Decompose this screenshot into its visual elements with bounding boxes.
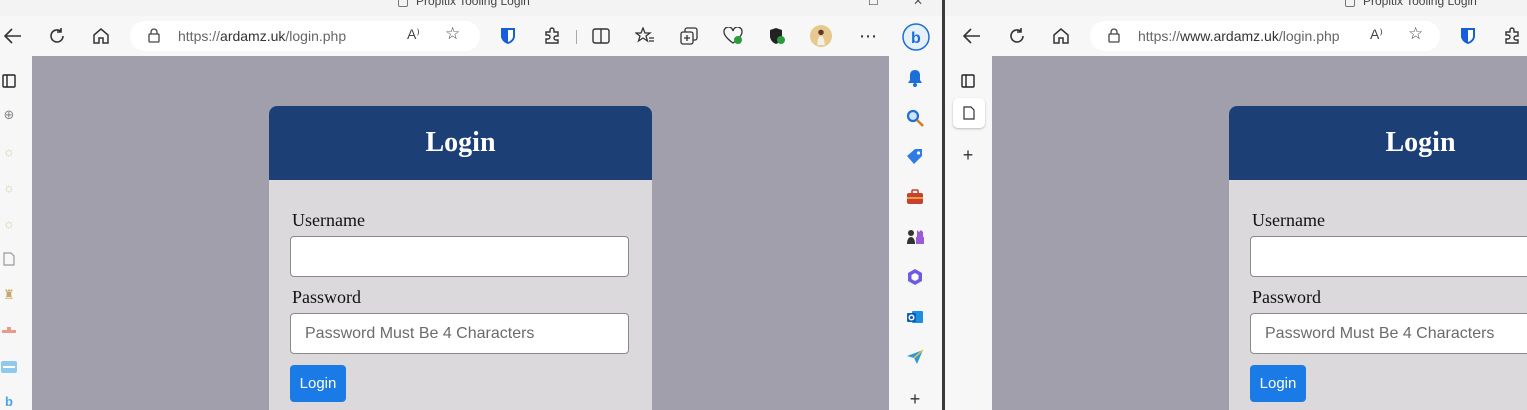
tab-favicon-icon[interactable]: [0, 322, 18, 340]
tab-title[interactable]: Propitix Tooling Login: [1345, 0, 1477, 8]
vertical-tabs-sidebar: ⊕ ☼ ☼ ☼ ♜ b: [0, 56, 32, 410]
lock-icon[interactable]: [1108, 28, 1120, 48]
games-chess-icon[interactable]: [905, 227, 925, 247]
back-arrow-icon[interactable]: [961, 25, 983, 47]
bitwarden-extension-icon[interactable]: [1457, 25, 1479, 47]
title-bar: Propitix Tooling Login: [945, 0, 1527, 16]
browser-window-right: Propitix Tooling Login https://www.ardam…: [945, 0, 1527, 410]
home-icon[interactable]: [90, 25, 112, 47]
tab-favicon-icon[interactable]: ☼: [0, 142, 18, 160]
login-button[interactable]: Login: [1250, 365, 1306, 402]
search-icon[interactable]: [905, 108, 925, 128]
toolbar-separator: [576, 30, 577, 44]
star-icon[interactable]: ☆: [445, 24, 460, 44]
title-bar: Propitix Tooling Login ☐ ✕: [0, 0, 942, 16]
tools-briefcase-icon[interactable]: [905, 187, 925, 207]
login-card: Login Username Password Login: [269, 106, 652, 410]
username-input[interactable]: [1250, 236, 1527, 277]
tab-favicon-icon[interactable]: ♜: [0, 286, 18, 304]
favorites-icon[interactable]: [634, 25, 656, 47]
page-content: Login Username Password Login: [32, 56, 889, 410]
tab-favicon-icon[interactable]: ☼: [0, 214, 18, 232]
collections-icon[interactable]: [678, 25, 700, 47]
url-text: https://ardamz.uk/login.php: [178, 28, 347, 44]
tab-page-icon[interactable]: [0, 250, 18, 268]
maximize-icon[interactable]: ☐: [868, 0, 879, 8]
refresh-icon[interactable]: [1006, 25, 1028, 47]
login-card: Login Username Password Login: [1229, 106, 1527, 410]
browser-toolbar: https://ardamz.uk/login.php A⁾ ☆ ⋯: [0, 16, 942, 56]
security-shield-icon[interactable]: [766, 25, 788, 47]
login-title: Login: [425, 127, 496, 158]
send-paper-plane-icon[interactable]: [905, 347, 925, 367]
add-sidebar-app-icon[interactable]: +: [905, 389, 925, 409]
edge-sidebar: b +: [889, 16, 942, 410]
bing-chat-icon[interactable]: b: [901, 22, 931, 52]
bing-icon[interactable]: b: [0, 392, 18, 410]
split-screen-icon[interactable]: [590, 25, 612, 47]
username-input[interactable]: [290, 236, 629, 277]
extensions-puzzle-icon[interactable]: [541, 25, 563, 47]
more-options-icon[interactable]: ⋯: [857, 25, 879, 47]
password-input[interactable]: [1250, 313, 1527, 354]
read-aloud-icon[interactable]: A⁾: [407, 26, 420, 43]
browser-essentials-icon[interactable]: [722, 25, 744, 47]
read-aloud-icon[interactable]: A⁾: [1370, 26, 1383, 43]
password-label: Password: [292, 287, 362, 307]
extensions-puzzle-icon[interactable]: [1501, 25, 1523, 47]
password-input[interactable]: [290, 313, 629, 354]
profile-avatar[interactable]: [810, 25, 832, 47]
login-card-header: Login: [1229, 106, 1527, 180]
tab-favicon-icon[interactable]: ☼: [0, 178, 18, 196]
back-arrow-icon[interactable]: [2, 25, 24, 47]
browser-toolbar: https://www.ardamz.uk/login.php A⁾ ☆: [945, 16, 1527, 56]
shopping-tag-icon[interactable]: [905, 147, 925, 167]
tab-page-icon: [963, 106, 975, 120]
browser-window-left: Propitix Tooling Login ☐ ✕ https://ardam…: [0, 0, 942, 410]
bitwarden-extension-icon[interactable]: [497, 25, 519, 47]
username-label: Username: [1252, 210, 1325, 230]
tab-page-icon: [1345, 0, 1355, 8]
tab-favicon-icon[interactable]: ⊕: [0, 106, 18, 124]
active-tab[interactable]: [953, 98, 985, 128]
address-bar[interactable]: https://www.ardamz.uk/login.php A⁾ ☆: [1090, 21, 1440, 51]
address-bar[interactable]: https://ardamz.uk/login.php A⁾ ☆: [130, 21, 480, 51]
outlook-icon[interactable]: [905, 307, 925, 327]
tab-actions-icon[interactable]: [0, 72, 18, 90]
microsoft-365-icon[interactable]: [905, 267, 925, 287]
login-card-header: Login: [269, 106, 652, 180]
login-title: Login: [1385, 127, 1456, 158]
page-content: Login Username Password Login: [992, 56, 1527, 410]
vertical-tabs-sidebar: +: [945, 56, 992, 410]
notifications-bell-icon[interactable]: [905, 68, 925, 88]
login-button[interactable]: Login: [290, 365, 346, 402]
lock-icon[interactable]: [148, 28, 160, 48]
tab-actions-icon[interactable]: [959, 72, 977, 90]
password-label: Password: [1252, 287, 1322, 307]
close-window-icon[interactable]: ✕: [913, 0, 923, 8]
refresh-icon[interactable]: [46, 25, 68, 47]
tab-page-icon: [398, 0, 408, 8]
tab-favicon-icon[interactable]: [0, 358, 18, 376]
star-icon[interactable]: ☆: [1408, 24, 1423, 44]
url-text: https://www.ardamz.uk/login.php: [1138, 28, 1340, 44]
svg-text:b: b: [911, 30, 921, 47]
username-label: Username: [292, 210, 365, 230]
tab-title[interactable]: Propitix Tooling Login: [398, 0, 530, 8]
new-tab-plus-icon[interactable]: +: [959, 145, 977, 165]
home-icon[interactable]: [1050, 25, 1072, 47]
